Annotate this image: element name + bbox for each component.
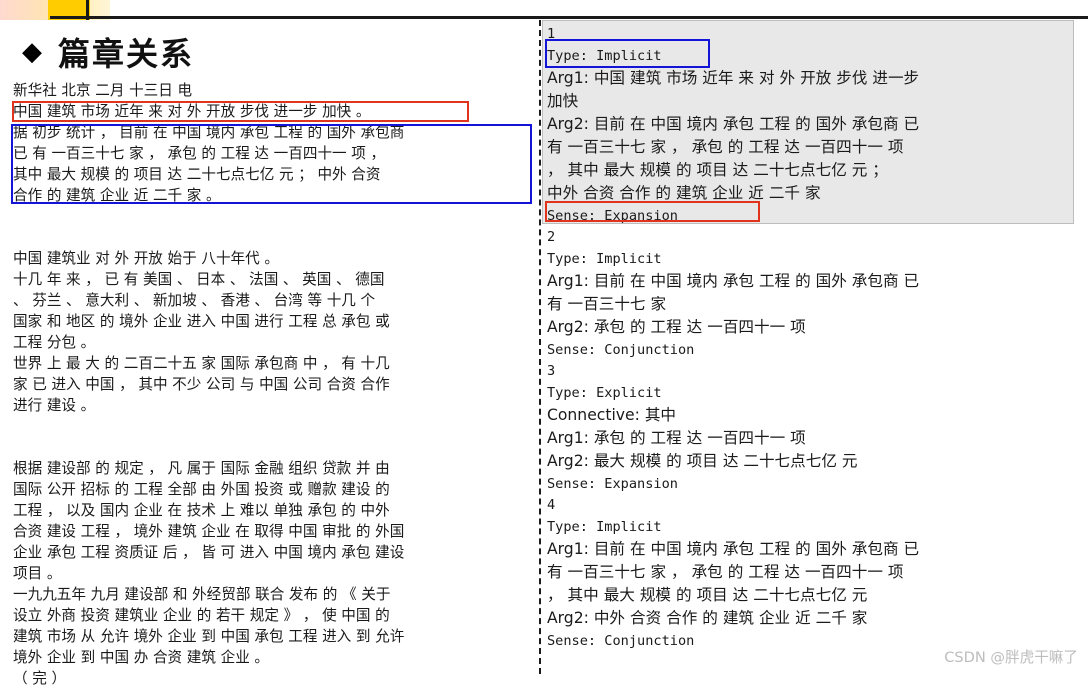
article-line: 工程 分包 。 xyxy=(13,334,96,351)
annotation-line: ， 其中 最大 规模 的 项目 达 二十七点七亿 元 xyxy=(547,586,868,604)
annotation-line: 有 一百三十七 家 xyxy=(547,295,667,313)
discourse-relation-annotations: 1 Type: Implicit Arg1: 中国 建筑 市场 近年 来 对 外 开… xyxy=(542,20,1086,674)
article-line: 一九九五年 九月 建设部 和 外经贸部 联合 发布 的 《 关于 xyxy=(13,586,391,603)
annotation-line: Arg2: 承包 的 工程 达 一百四十一 项 xyxy=(547,318,806,336)
annotation-line: 加快 xyxy=(547,92,579,110)
annotation-line: Arg1: 中国 建筑 市场 近年 来 对 外 开放 步伐 进一步 xyxy=(547,69,920,87)
annotation-line: Sense: Conjunction xyxy=(547,342,695,358)
annotation-line: Arg1: 目前 在 中国 境内 承包 工程 的 国外 承包商 已 xyxy=(547,272,920,290)
arg1-highlight-box xyxy=(12,101,469,122)
article-line: 工程 ， 以及 国内 企业 在 技术 上 难以 单独 承包 的 中外 xyxy=(13,502,390,519)
article-line: 世界 上 最 大 的 二百二十五 家 国际 承包商 中 ， 有 十几 xyxy=(13,355,390,372)
article-line: 境外 企业 到 中国 办 合资 建筑 企业 。 xyxy=(13,649,270,666)
article-line: 建筑 市场 从 允许 境外 企业 到 中国 承包 工程 进入 到 允许 xyxy=(13,628,405,645)
article-line: 十几 年 来 ， 已 有 美国 、 日本 、 法国 、 英国 、 德国 xyxy=(13,271,385,288)
annotation-line: Type: Implicit xyxy=(547,251,662,267)
annotation-line: Arg1: 承包 的 工程 达 一百四十一 项 xyxy=(547,429,806,447)
relation-number: 2 xyxy=(547,229,556,245)
annotation-line: Sense: Expansion xyxy=(547,476,678,492)
relation-number: 4 xyxy=(547,497,556,513)
annotation-line: 有 一百三十七 家 ， 承包 的 工程 达 一百四十一 项 xyxy=(547,563,904,581)
article-line: 进行 建设 。 xyxy=(13,397,96,414)
article-line: 中国 建筑业 对 外 开放 始于 八十年代 。 xyxy=(13,250,279,267)
annotation-line: Arg2: 最大 规模 的 项目 达 二十七点七亿 元 xyxy=(547,452,858,470)
annotation-line: Connective: 其中 xyxy=(547,406,677,424)
column-divider xyxy=(539,20,541,674)
watermark: CSDN @胖虎干嘛了 xyxy=(944,649,1078,666)
type-highlight-box xyxy=(545,39,710,68)
article-line: 项目 。 xyxy=(13,565,62,582)
article-line: 国家 和 地区 的 境外 企业 进入 中国 进行 工程 总 承包 或 xyxy=(13,313,390,330)
article-line: （ 完 ） xyxy=(13,670,67,687)
article-line: 设立 外商 投资 建筑业 企业 的 若干 规定 》 ， 使 中国 的 xyxy=(13,607,390,624)
annotation-line: Arg2: 中外 合资 合作 的 建筑 企业 近 二千 家 xyxy=(547,609,868,627)
page-title: 篇章关系 xyxy=(58,35,195,73)
title-underline xyxy=(50,16,1088,19)
relation-list: 1 Type: Implicit Arg1: 中国 建筑 市场 近年 来 对 外 开… xyxy=(547,24,1077,652)
section-heading: ◆ 篇章关系 xyxy=(22,32,195,73)
annotation-line: Type: Implicit xyxy=(547,519,662,535)
relation-number: 3 xyxy=(547,363,556,379)
article-line: 企业 承包 工程 资质证 后 ， 皆 可 进入 中国 境内 承包 建设 xyxy=(13,544,405,561)
annotation-line: Arg2: 目前 在 中国 境内 承包 工程 的 国外 承包商 已 xyxy=(547,115,920,133)
top-decoration xyxy=(0,0,1088,20)
article-line: 根据 建设部 的 规定 ， 凡 属于 国际 金融 组织 贷款 并 由 xyxy=(13,460,390,477)
article-line: 、 芬兰 、 意大利 、 新加坡 、 香港 、 台湾 等 十几 个 xyxy=(13,292,376,309)
annotation-line: Arg1: 目前 在 中国 境内 承包 工程 的 国外 承包商 已 xyxy=(547,540,920,558)
annotation-line: 有 一百三十七 家 ， 承包 的 工程 达 一百四十一 项 xyxy=(547,138,904,156)
article-line: 新华社 北京 二月 十三日 电 xyxy=(13,82,193,99)
arg2-highlight-box xyxy=(11,124,532,204)
article-line: 合资 建设 工程 ， 境外 建筑 企业 在 取得 中国 审批 的 外国 xyxy=(13,523,405,540)
annotation-line: Type: Explicit xyxy=(547,385,662,401)
diamond-bullet-icon: ◆ xyxy=(22,37,42,67)
sense-highlight-box xyxy=(545,201,760,222)
article-line: 家 已 进入 中国 ， 其中 不少 公司 与 中国 公司 合资 合作 xyxy=(13,376,390,393)
article-line: 国际 公开 招标 的 工程 全部 由 外国 投资 或 赠款 建设 的 xyxy=(13,481,390,498)
annotation-line: ， 其中 最大 规模 的 项目 达 二十七点七亿 元 ； xyxy=(547,161,888,179)
